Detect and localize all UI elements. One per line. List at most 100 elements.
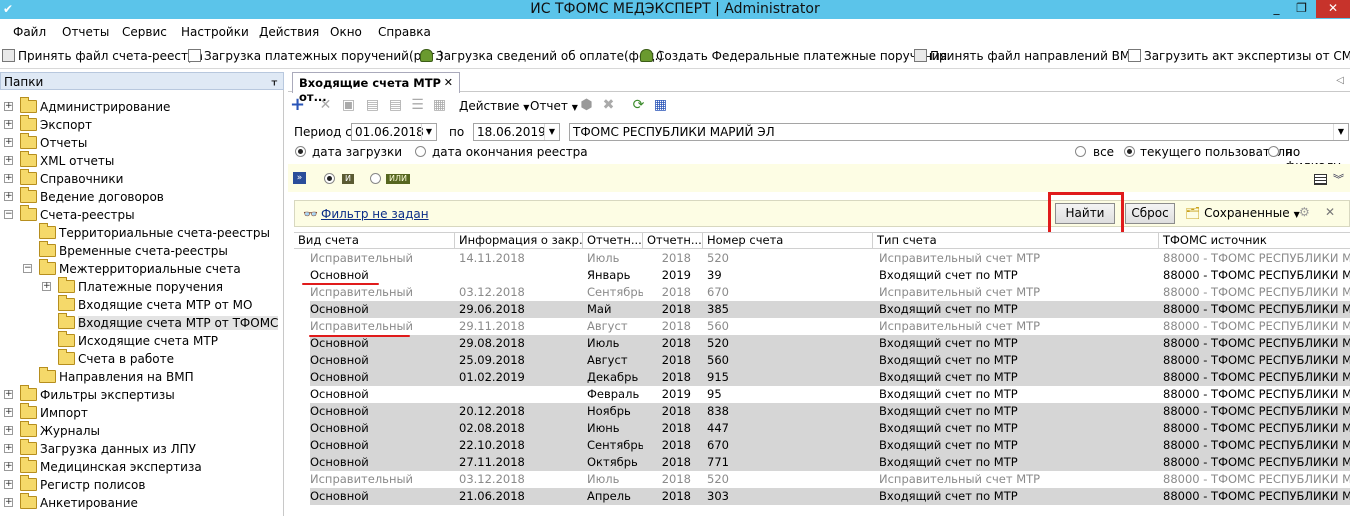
tree-item[interactable]: + Регистр полисов [0, 475, 283, 494]
tree-item[interactable]: + Отчеты [0, 133, 283, 152]
expand-icon[interactable]: + [4, 192, 13, 201]
table-row[interactable]: Основной 25.09.2018 Август 2018 560 Входящий … [294, 352, 1350, 369]
organization-select[interactable]: ТФОМС РЕСПУБЛИКИ МАРИЙ ЭЛ ▼ [569, 123, 1349, 141]
close-button[interactable]: ✕ [1316, 0, 1350, 18]
table-row[interactable]: Исправительный 03.12.2018 Июль 2018 520 Испра… [294, 471, 1350, 488]
tree-item[interactable]: Исходящие счета МТР [0, 331, 283, 350]
close-filter-icon[interactable]: ✕ [1325, 205, 1335, 219]
expand-icon[interactable]: + [4, 120, 13, 129]
accept-registry-file-button[interactable]: Принять файл счета-реестра [2, 49, 203, 63]
tab-scroll-left-icon[interactable]: ◁ [1336, 75, 1344, 86]
menu-file[interactable]: Файл [13, 25, 46, 39]
tree-item[interactable]: − Счета-реестры [0, 205, 283, 224]
expand-icon[interactable]: + [4, 102, 13, 111]
expand-icon[interactable]: + [4, 408, 13, 417]
collapse-icon[interactable]: − [23, 264, 32, 273]
tree-item[interactable]: + Фильтры экспертизы [0, 385, 283, 404]
hexagon-icon[interactable]: ⬢ [579, 98, 594, 113]
tree-item[interactable]: + Анкетирование [0, 493, 283, 512]
expand-icon[interactable]: + [4, 426, 13, 435]
action-dropdown[interactable]: Действие ▼ [459, 99, 529, 113]
column-invoice-kind[interactable]: Вид счета [294, 233, 455, 249]
column-invoice-number[interactable]: Номер счета [703, 233, 873, 249]
maximize-button[interactable]: ❐ [1289, 0, 1314, 18]
menu-window[interactable]: Окно [330, 25, 362, 39]
table-row[interactable]: Основной 01.02.2019 Декабрь 2018 915 Входящий… [294, 369, 1350, 386]
radio-current-user[interactable] [1124, 146, 1135, 157]
tree-item[interactable]: + Загрузка данных из ЛПУ [0, 439, 283, 458]
collapse-icon[interactable]: − [4, 210, 13, 219]
expand-icon[interactable]: + [4, 480, 13, 489]
load-payment-orders-button[interactable]: Загрузка платежных поручений(рег.) [188, 49, 443, 63]
table-row[interactable]: Исправительный 03.12.2018 Сентябрь 2018 670 И… [294, 284, 1350, 301]
reset-button[interactable]: Сброс [1125, 203, 1175, 224]
create-federal-orders-button[interactable]: Создать Федеральные платежные поручения [640, 49, 947, 63]
table-row[interactable]: Основной 29.08.2018 Июль 2018 520 Входящий сч… [294, 335, 1350, 352]
add-icon[interactable]: + [290, 96, 305, 114]
expand-icon[interactable]: + [4, 138, 13, 147]
edit-icon[interactable]: ▣ [341, 98, 356, 113]
expand-icon[interactable]: » [293, 172, 306, 184]
tree-item[interactable]: + Импорт [0, 403, 283, 422]
radio-or[interactable] [370, 173, 381, 184]
report-dropdown[interactable]: Отчет ▼ [530, 99, 578, 113]
radio-end-date[interactable] [415, 146, 426, 157]
tree-item[interactable]: + Администрирование [0, 97, 283, 116]
double-chevron-down-icon[interactable]: ︾ [1333, 171, 1344, 187]
table-row[interactable]: Основной 27.11.2018 Октябрь 2018 771 Входящий… [294, 454, 1350, 471]
unlock-icon[interactable]: ▤ [388, 98, 403, 113]
tree-item[interactable]: Счета в работе [0, 349, 283, 368]
accept-vmp-file-button[interactable]: Принять файл направлений ВМП [914, 49, 1139, 63]
table-row[interactable]: Исправительный 14.11.2018 Июль 2018 520 Испра… [294, 250, 1350, 267]
tree-item[interactable]: Временные счета-реестры [0, 241, 283, 260]
expand-icon[interactable]: + [4, 390, 13, 399]
table-row[interactable]: Основной 02.08.2018 Июнь 2018 447 Входящий сч… [294, 420, 1350, 437]
radio-all[interactable] [1075, 146, 1086, 157]
tree-item[interactable]: + Платежные поручения [0, 277, 283, 296]
expand-icon[interactable]: + [4, 174, 13, 183]
column-tfoms-source[interactable]: ТФОМС источник [1159, 233, 1350, 249]
columns-icon[interactable] [1314, 174, 1327, 185]
table-row[interactable]: Основной Февраль 2019 95 Входящий счет по МТ… [294, 386, 1350, 403]
column-report-month[interactable]: Отчетн... [583, 233, 643, 249]
table-row[interactable]: Исправительный 29.11.2018 Август 2018 560 Исп… [294, 318, 1350, 335]
table-row[interactable]: Основной 20.12.2018 Ноябрь 2018 838 Входящий … [294, 403, 1350, 420]
menu-service[interactable]: Сервис [122, 25, 167, 39]
load-smo-act-button[interactable]: Загрузить акт экспертизы от СМО [1128, 49, 1350, 63]
tree-item[interactable]: + Журналы [0, 421, 283, 440]
tree-item[interactable]: Направления на ВМП [0, 367, 283, 386]
tree-item[interactable]: + Экспорт [0, 115, 283, 134]
chevron-down-icon[interactable]: ▼ [1333, 124, 1348, 140]
cancel-icon[interactable]: ✖ [601, 98, 616, 113]
table-row[interactable]: Основной Январь 2019 39 Входящий счет по МТР… [294, 267, 1350, 284]
tab-incoming-mtr[interactable]: Входящие счета МТР от... ✕ [292, 72, 460, 104]
tree-item[interactable]: + Справочники [0, 169, 283, 188]
load-payment-info-button[interactable]: Загрузка сведений об оплате(фед.) [420, 49, 663, 63]
filter-status-link[interactable]: Фильтр не задан [321, 207, 429, 221]
tree-item[interactable]: Территориальные счета-реестры [0, 223, 283, 242]
lock-icon[interactable]: ▤ [365, 98, 380, 113]
menu-actions[interactable]: Действия [259, 25, 319, 39]
delete-icon[interactable]: ✕ [318, 98, 333, 113]
export-icon[interactable]: ▦ [653, 98, 668, 113]
column-closing-info[interactable]: Информация о закр... [455, 233, 583, 249]
find-button[interactable]: Найти [1055, 203, 1115, 224]
refresh-icon[interactable]: ⟳ [631, 98, 646, 113]
date-from-picker[interactable]: 01.06.2018 ▼ [351, 123, 437, 141]
tree-item[interactable]: − Межтерриториальные счета [0, 259, 283, 278]
menu-help[interactable]: Справка [378, 25, 431, 39]
tree-item[interactable]: Входящие счета МТР от МО [0, 295, 283, 314]
radio-load-date[interactable] [295, 146, 306, 157]
expand-icon[interactable]: + [4, 462, 13, 471]
expand-icon[interactable]: + [4, 156, 13, 165]
table-row[interactable]: Основной 29.06.2018 Май 2018 385 Входящий сче… [294, 301, 1350, 318]
chevron-down-icon[interactable]: ▼ [544, 124, 559, 140]
table-row[interactable]: Основной 21.06.2018 Апрель 2018 303 Входящий … [294, 488, 1350, 505]
properties-icon[interactable]: ▦ [432, 98, 447, 113]
tree-item[interactable]: + Ведение договоров [0, 187, 283, 206]
column-report-year[interactable]: Отчетн... [643, 233, 703, 249]
tree-item[interactable]: Входящие счета МТР от ТФОМС [0, 313, 283, 332]
list-icon[interactable]: ☰ [410, 98, 425, 113]
tree-item[interactable]: + Медицинская экспертиза [0, 457, 283, 476]
date-to-picker[interactable]: 18.06.2019 ▼ [473, 123, 560, 141]
